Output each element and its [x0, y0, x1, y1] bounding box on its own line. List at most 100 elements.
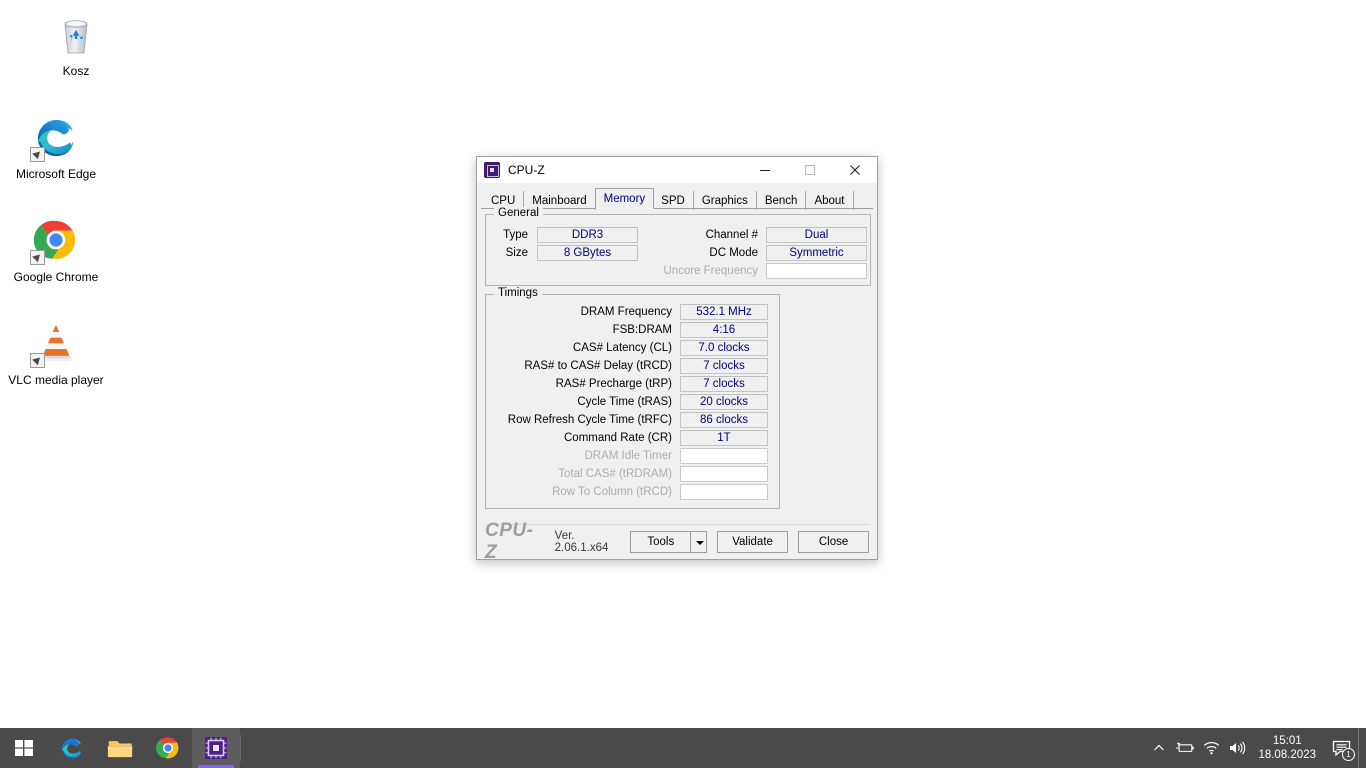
battery-button[interactable]	[1172, 728, 1198, 768]
file-explorer-icon	[107, 741, 133, 758]
timings-row: FSB:DRAM 4:16	[490, 322, 776, 338]
timings-row: RAS# to CAS# Delay (tRCD) 7 clocks	[490, 358, 776, 374]
clock-date: 18.08.2023	[1258, 749, 1316, 761]
volume-button[interactable]	[1224, 728, 1250, 768]
type-value: DDR3	[537, 227, 638, 243]
trcd-label: RAS# to CAS# Delay (tRCD)	[524, 360, 672, 372]
desktop-icon-label: Google Chrome	[13, 270, 99, 284]
tras-value: 20 clocks	[680, 394, 768, 410]
row-to-column-label: Row To Column (tRCD)	[552, 486, 672, 498]
window-title: CPU-Z	[508, 162, 545, 177]
general-row-channel: Channel # Dual	[668, 227, 867, 243]
close-button[interactable]	[832, 157, 877, 183]
desktop-icon-vlc-media-player[interactable]: VLC media player	[0, 319, 112, 387]
timings-legend: Timings	[494, 287, 542, 299]
timings-row: DRAM Frequency 532.1 MHz	[490, 304, 776, 320]
minimize-button[interactable]	[742, 157, 787, 183]
maximize-icon	[804, 164, 815, 175]
trfc-value: 86 clocks	[680, 412, 768, 428]
close-window-button[interactable]: Close	[798, 531, 870, 553]
shortcut-overlay-icon	[30, 250, 45, 265]
desktop-icon-label: VLC media player	[8, 373, 104, 387]
general-row-uncore: Uncore Frequency	[638, 263, 867, 279]
taskbar-edge-button[interactable]	[48, 728, 96, 768]
general-legend: General	[494, 207, 543, 219]
network-button[interactable]	[1198, 728, 1224, 768]
chevron-up-icon	[1154, 744, 1165, 751]
timings-row: Command Rate (CR) 1T	[490, 430, 776, 446]
maximize-button[interactable]	[787, 157, 832, 183]
desktop-icon-label: Kosz	[62, 64, 90, 78]
window-titlebar[interactable]: CPU-Z	[477, 157, 877, 183]
dc-mode-value: Symmetric	[766, 245, 867, 261]
battery-charging-icon	[1176, 742, 1195, 752]
clock[interactable]: 15:01 18.08.2023	[1250, 728, 1324, 768]
timings-row: CAS# Latency (CL) 7.0 clocks	[490, 340, 776, 356]
tab-memory[interactable]: Memory	[594, 188, 655, 209]
dram-frequency-value: 532.1 MHz	[680, 304, 768, 320]
timings-group: Timings DRAM Frequency 532.1 MHz FSB:DRA…	[485, 287, 780, 509]
microsoft-edge-icon	[30, 113, 80, 162]
timings-row: Row To Column (tRCD)	[490, 484, 776, 500]
size-label: Size	[505, 247, 528, 259]
taskbar-file-explorer-button[interactable]	[96, 728, 144, 768]
trdram-label: Total CAS# (tRDRAM)	[558, 468, 672, 480]
recycle-bin-icon	[52, 10, 100, 58]
taskbar-cpuz-button[interactable]	[192, 728, 240, 768]
start-button[interactable]	[0, 728, 48, 768]
command-rate-label: Command Rate (CR)	[564, 432, 672, 444]
size-value: 8 GBytes	[537, 245, 638, 261]
channel-value: Dual	[766, 227, 867, 243]
timings-row: Total CAS# (tRDRAM)	[490, 466, 776, 482]
close-icon	[849, 164, 860, 175]
trdram-value	[680, 466, 768, 482]
google-chrome-icon	[155, 737, 179, 759]
vlc-media-player-icon	[30, 319, 80, 368]
timings-row: RAS# Precharge (tRP) 7 clocks	[490, 376, 776, 392]
window-footer: CPU-Z Ver. 2.06.1.x64 Tools Validate Clo…	[477, 520, 877, 563]
microsoft-edge-icon	[62, 738, 82, 759]
cpuz-icon	[205, 737, 227, 759]
wifi-icon	[1203, 742, 1220, 755]
notifications-button[interactable]: 1	[1324, 728, 1358, 768]
general-row-type: Type DDR3	[490, 227, 638, 243]
cpuz-window: CPU-Z CPU Mainboard Memory SPD Graphics …	[476, 156, 878, 563]
general-row-dcmode: DC Mode Symmetric	[668, 245, 867, 261]
uncore-frequency-label: Uncore Frequency	[663, 265, 758, 277]
row-to-column-value	[680, 484, 768, 500]
type-label: Type	[503, 229, 528, 241]
version-label: Ver. 2.06.1.x64	[554, 530, 609, 554]
taskbar: 15:01 18.08.2023 1	[0, 728, 1366, 768]
windows-logo-icon	[15, 740, 33, 756]
general-group: General Type DDR3 Size 8 GBytes Channel …	[485, 207, 871, 286]
fsb-dram-label: FSB:DRAM	[612, 324, 672, 336]
tools-button[interactable]: Tools	[630, 531, 692, 553]
cpuz-icon	[484, 161, 500, 178]
tab-bar: CPU Mainboard Memory SPD Graphics Bench …	[477, 188, 877, 210]
google-chrome-icon	[30, 216, 80, 265]
trp-value: 7 clocks	[680, 376, 768, 392]
channel-label: Channel #	[705, 229, 758, 241]
fsb-dram-value: 4:16	[680, 322, 768, 338]
cas-latency-value: 7.0 clocks	[680, 340, 768, 356]
validate-button[interactable]: Validate	[717, 531, 789, 553]
desktop-icon-kosz[interactable]: Kosz	[20, 10, 132, 78]
show-desktop-button[interactable]	[1358, 728, 1364, 768]
trcd-value: 7 clocks	[680, 358, 768, 374]
show-hidden-icons-button[interactable]	[1146, 728, 1172, 768]
tras-label: Cycle Time (tRAS)	[577, 396, 672, 408]
timings-row: Row Refresh Cycle Time (tRFC) 86 clocks	[490, 412, 776, 428]
timings-row: Cycle Time (tRAS) 20 clocks	[490, 394, 776, 410]
desktop-icon-label: Microsoft Edge	[15, 167, 97, 181]
taskbar-chrome-button[interactable]	[144, 728, 192, 768]
system-tray: 15:01 18.08.2023 1	[1146, 728, 1366, 768]
clock-time: 15:01	[1272, 735, 1302, 747]
dram-idle-timer-value	[680, 448, 768, 464]
minimize-icon	[759, 169, 770, 171]
tools-dropdown-button[interactable]	[690, 531, 708, 553]
command-rate-value: 1T	[680, 430, 768, 446]
desktop-icon-google-chrome[interactable]: Google Chrome	[0, 216, 112, 284]
cas-latency-label: CAS# Latency (CL)	[572, 342, 672, 354]
desktop-icon-microsoft-edge[interactable]: Microsoft Edge	[0, 113, 112, 181]
dram-frequency-label: DRAM Frequency	[580, 306, 672, 318]
